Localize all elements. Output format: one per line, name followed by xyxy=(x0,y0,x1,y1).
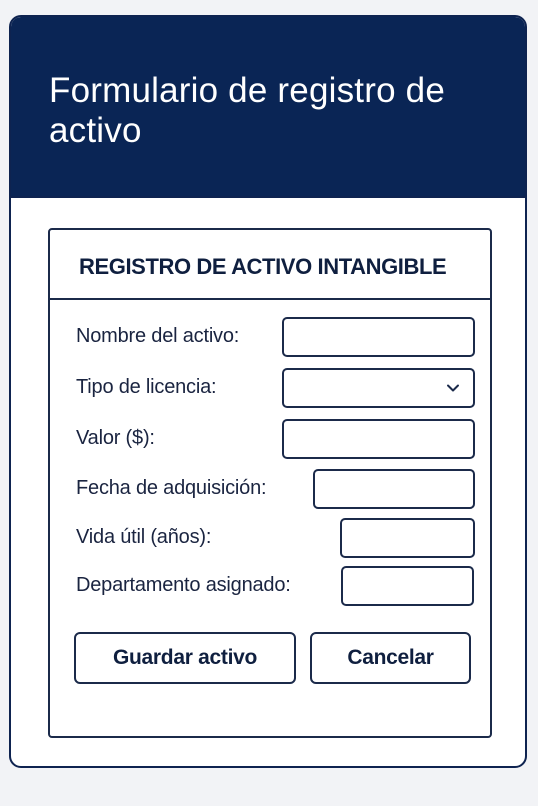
license-type-select[interactable] xyxy=(282,368,475,408)
asset-name-input[interactable] xyxy=(284,319,473,355)
asset-name-field[interactable] xyxy=(282,317,475,357)
acquisition-date-field[interactable] xyxy=(313,469,475,509)
useful-life-label: Vida útil (años): xyxy=(76,526,212,548)
panel-header: REGISTRO DE ACTIVO INTANGIBLE xyxy=(50,230,490,300)
page-title: Formulario de registro de activo xyxy=(49,71,445,150)
useful-life-field[interactable] xyxy=(340,518,475,558)
acquisition-date-input[interactable] xyxy=(315,471,473,507)
asset-form-card: Formulario de registro de activo REGISTR… xyxy=(9,15,527,768)
chevron-down-icon xyxy=(447,384,459,392)
value-input[interactable] xyxy=(284,421,473,457)
value-field[interactable] xyxy=(282,419,475,459)
license-type-label: Tipo de licencia: xyxy=(76,376,217,398)
useful-life-input[interactable] xyxy=(342,520,473,556)
cancel-button[interactable]: Cancelar xyxy=(310,632,471,684)
save-asset-button[interactable]: Guardar activo xyxy=(74,632,296,684)
acquisition-date-label: Fecha de adquisición: xyxy=(76,477,267,499)
department-label: Departamento asignado: xyxy=(76,574,291,596)
panel-title: REGISTRO DE ACTIVO INTANGIBLE xyxy=(79,254,447,279)
form-header: Formulario de registro de activo xyxy=(11,17,525,198)
asset-name-label: Nombre del activo: xyxy=(76,325,240,347)
department-field[interactable] xyxy=(341,566,474,606)
department-input[interactable] xyxy=(343,568,472,604)
intangible-asset-panel: REGISTRO DE ACTIVO INTANGIBLE Nombre del… xyxy=(48,228,492,738)
value-label: Valor ($): xyxy=(76,427,155,449)
